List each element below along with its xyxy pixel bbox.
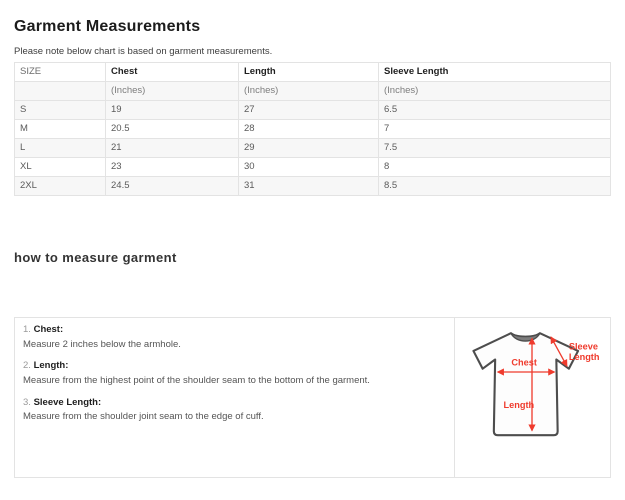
size-chart-table: SIZEChestLengthSleeve Length (Inches)(In…: [14, 62, 611, 196]
measure-item-text: Measure from the highest point of the sh…: [23, 374, 446, 388]
table-cell-length: 31: [239, 176, 379, 195]
table-cell-sleeve: 8: [379, 157, 611, 176]
size-table-header-row: SIZEChestLengthSleeve Length: [15, 62, 611, 81]
units-cell: (Inches): [239, 81, 379, 100]
measure-item-label: Sleeve Length:: [34, 397, 102, 408]
column-header: Chest: [106, 62, 239, 81]
table-cell-length: 29: [239, 138, 379, 157]
measure-item: 1. Chest:Measure 2 inches below the armh…: [23, 323, 446, 351]
length-arrow-label: Length: [504, 400, 535, 410]
table-cell-length: 27: [239, 100, 379, 119]
tshirt-outline: [473, 333, 578, 435]
measure-item-title: 2. Length:: [23, 359, 446, 374]
measure-item-title: 1. Chest:: [23, 323, 446, 338]
measure-item-number: 1.: [23, 324, 31, 335]
table-cell-size: XL: [15, 157, 106, 176]
size-table-units-row: (Inches)(Inches)(Inches): [15, 81, 611, 100]
table-row: L21297.5: [15, 138, 611, 157]
column-header: Length: [239, 62, 379, 81]
table-cell-sleeve: 7: [379, 119, 611, 138]
measure-item-number: 3.: [23, 397, 31, 408]
table-cell-size: S: [15, 100, 106, 119]
page: Garment Measurements Please note below c…: [0, 19, 625, 478]
chest-arrow-label: Chest: [511, 357, 537, 367]
sleeve-arrow-label-line1: Sleeve: [569, 341, 598, 351]
table-cell-chest: 21: [106, 138, 239, 157]
table-cell-sleeve: 6.5: [379, 100, 611, 119]
units-cell: [15, 81, 106, 100]
measure-instructions: 1. Chest:Measure 2 inches below the armh…: [15, 318, 454, 477]
measure-item-text: Measure from the shoulder joint seam to …: [23, 410, 446, 424]
measure-item: 3. Sleeve Length:Measure from the should…: [23, 396, 446, 424]
table-row: XL23308: [15, 157, 611, 176]
measure-item-number: 2.: [23, 360, 31, 371]
size-table-body: (Inches)(Inches)(Inches) S19276.5M20.528…: [15, 81, 611, 195]
measure-item-text: Measure 2 inches below the armhole.: [23, 338, 446, 352]
table-cell-chest: 19: [106, 100, 239, 119]
table-row: S19276.5: [15, 100, 611, 119]
table-cell-size: 2XL: [15, 176, 106, 195]
measure-item-title: 3. Sleeve Length:: [23, 396, 446, 411]
tshirt-measurement-diagram: Chest Length Sleeve Length: [457, 322, 607, 472]
measure-diagram-cell: Chest Length Sleeve Length: [454, 318, 610, 477]
table-row: M20.5287: [15, 119, 611, 138]
table-row: 2XL24.5318.5: [15, 176, 611, 195]
measure-section-heading: how to measure garment: [14, 250, 611, 265]
sleeve-arrow-label-line2: Length: [569, 352, 600, 362]
table-cell-sleeve: 8.5: [379, 176, 611, 195]
table-cell-size: L: [15, 138, 106, 157]
column-header: Sleeve Length: [379, 62, 611, 81]
units-cell: (Inches): [379, 81, 611, 100]
table-cell-length: 30: [239, 157, 379, 176]
measurement-note: Please note below chart is based on garm…: [14, 46, 611, 57]
measure-panel: 1. Chest:Measure 2 inches below the armh…: [14, 317, 611, 478]
table-cell-length: 28: [239, 119, 379, 138]
measure-item: 2. Length:Measure from the highest point…: [23, 359, 446, 387]
table-cell-sleeve: 7.5: [379, 138, 611, 157]
measure-item-label: Chest:: [34, 324, 64, 335]
column-header: SIZE: [15, 62, 106, 81]
measure-item-label: Length:: [34, 360, 69, 371]
table-cell-chest: 23: [106, 157, 239, 176]
table-cell-size: M: [15, 119, 106, 138]
page-title: Garment Measurements: [14, 19, 611, 36]
table-cell-chest: 20.5: [106, 119, 239, 138]
table-cell-chest: 24.5: [106, 176, 239, 195]
units-cell: (Inches): [106, 81, 239, 100]
